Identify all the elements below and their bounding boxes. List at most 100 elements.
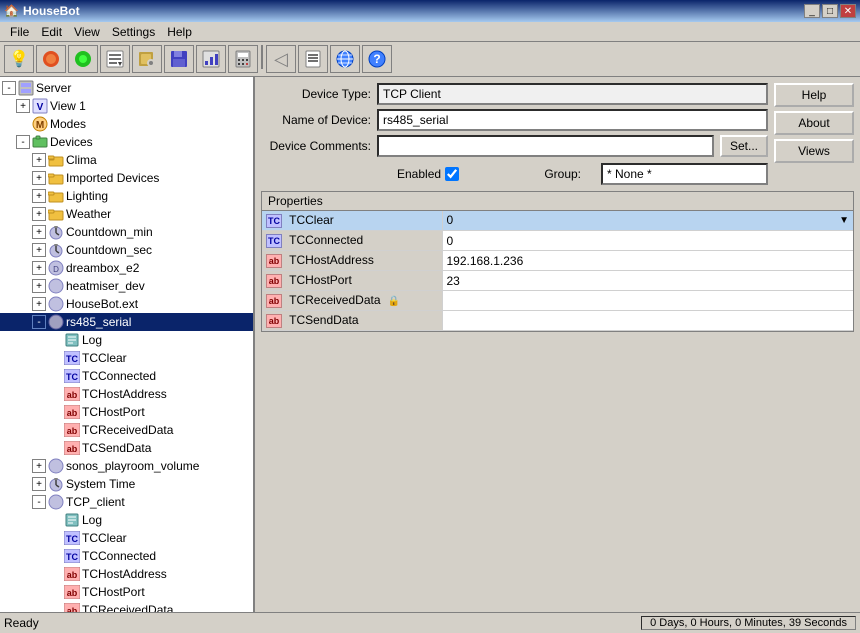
menu-view[interactable]: View <box>68 23 106 41</box>
toolbar-doc-button[interactable] <box>298 45 328 73</box>
tree-item-imported[interactable]: + Imported Devices <box>0 169 253 187</box>
tcsenddata1-icon: ab <box>64 440 80 456</box>
expand-view1[interactable]: + <box>16 99 30 113</box>
tree-panel: - Server + V View 1 <box>0 77 255 612</box>
expand-clima[interactable]: + <box>32 153 46 167</box>
name-input[interactable] <box>377 109 768 131</box>
toolbar-settings-button[interactable] <box>132 45 162 73</box>
tree-item-tchostport1[interactable]: ab TCHostPort <box>0 403 253 421</box>
tree-content[interactable]: - Server + V View 1 <box>0 77 253 612</box>
clima-folder-icon <box>48 152 64 168</box>
close-button[interactable]: ✕ <box>840 4 856 18</box>
toolbar-globe-button[interactable] <box>330 45 360 73</box>
prop-row-tcsenddata[interactable]: ab TCSendData <box>262 311 853 331</box>
prop-label-tcclear: TCClear <box>289 213 334 227</box>
expand-systemtime[interactable]: + <box>32 477 46 491</box>
expand-sonos[interactable]: + <box>32 459 46 473</box>
expand-tcpclient[interactable]: - <box>32 495 46 509</box>
menu-settings[interactable]: Settings <box>106 23 161 41</box>
toolbar-power-button[interactable] <box>68 45 98 73</box>
tree-item-clima[interactable]: + Clima <box>0 151 253 169</box>
modes-no-expand <box>16 117 30 131</box>
tree-item-tchostaddress2[interactable]: ab TCHostAddress <box>0 565 253 583</box>
toolbar-edit-button[interactable] <box>100 45 130 73</box>
expand-housebot-ext[interactable]: + <box>32 297 46 311</box>
expand-imported[interactable]: + <box>32 171 46 185</box>
prop-row-tchostaddress[interactable]: ab TCHostAddress 192.168.1.236 <box>262 251 853 271</box>
tree-item-tcconnected2[interactable]: TC TCConnected <box>0 547 253 565</box>
tree-item-tcreceiveddata2[interactable]: ab TCReceivedData <box>0 601 253 612</box>
tree-item-countdown-sec[interactable]: + Countdown_sec <box>0 241 253 259</box>
tree-item-log1[interactable]: Log <box>0 331 253 349</box>
prop-row-tchostport[interactable]: ab TCHostPort 23 <box>262 271 853 291</box>
tree-item-tcconnected1[interactable]: TC TCConnected <box>0 367 253 385</box>
expand-dreambox[interactable]: + <box>32 261 46 275</box>
countdown-sec-icon <box>48 242 64 258</box>
menu-file[interactable]: File <box>4 23 35 41</box>
toolbar-refresh-button[interactable] <box>36 45 66 73</box>
tree-item-rs485[interactable]: - rs485_serial <box>0 313 253 331</box>
minimize-button[interactable]: _ <box>804 4 820 18</box>
tree-item-dreambox[interactable]: + D dreambox_e2 <box>0 259 253 277</box>
tree-item-server[interactable]: - Server <box>0 79 253 97</box>
prop-value-tcconnected[interactable]: 0 <box>442 231 853 251</box>
expand-countdown-sec[interactable]: + <box>32 243 46 257</box>
toolbar-save-button[interactable] <box>164 45 194 73</box>
prop-row-tcclear[interactable]: TC TCClear 0 ▼ <box>262 211 853 231</box>
prop-ab-icon-tchostaddress: ab <box>266 254 282 268</box>
prop-row-tcreceiveddata[interactable]: ab TCReceivedData 🔒 <box>262 291 853 311</box>
toolbar-calc-button[interactable] <box>228 45 258 73</box>
tree-item-lighting[interactable]: + Lighting <box>0 187 253 205</box>
prop-value-tcclear[interactable]: 0 ▼ <box>443 211 854 229</box>
tree-item-tcpclient[interactable]: - TCP_client <box>0 493 253 511</box>
tree-item-tchostport2[interactable]: ab TCHostPort <box>0 583 253 601</box>
tree-item-weather[interactable]: + Weather <box>0 205 253 223</box>
tree-item-sonos[interactable]: + sonos_playroom_volume <box>0 457 253 475</box>
expand-devices[interactable]: - <box>16 135 30 149</box>
tree-item-housebot-ext[interactable]: + HouseBot.ext <box>0 295 253 313</box>
toolbar-chart-button[interactable] <box>196 45 226 73</box>
tree-item-tcsenddata1[interactable]: ab TCSendData <box>0 439 253 457</box>
tree-item-devices[interactable]: - Devices <box>0 133 253 151</box>
tree-item-systemtime[interactable]: + System Time <box>0 475 253 493</box>
prop-value-tcsenddata[interactable] <box>442 311 853 331</box>
expand-weather[interactable]: + <box>32 207 46 221</box>
device-type-input[interactable] <box>377 83 768 105</box>
prop-value-tchostaddress[interactable]: 192.168.1.236 <box>442 251 853 271</box>
tree-item-countdown-min[interactable]: + Countdown_min <box>0 223 253 241</box>
enabled-checkbox[interactable] <box>445 167 459 181</box>
tree-item-modes[interactable]: M Modes <box>0 115 253 133</box>
expand-server[interactable]: - <box>2 81 16 95</box>
menu-edit[interactable]: Edit <box>35 23 68 41</box>
status-ready: Ready <box>4 616 641 630</box>
toolbar-help-button[interactable]: ? <box>362 45 392 73</box>
housebot-ext-icon <box>48 296 64 312</box>
menubar: File Edit View Settings Help <box>0 22 860 42</box>
expand-lighting[interactable]: + <box>32 189 46 203</box>
toolbar-bulb-button[interactable]: 💡 <box>4 45 34 73</box>
tree-item-heatmiser[interactable]: + heatmiser_dev <box>0 277 253 295</box>
tree-item-tcclear2[interactable]: TC TCClear <box>0 529 253 547</box>
help-button[interactable]: Help <box>774 83 854 107</box>
menu-help[interactable]: Help <box>161 23 198 41</box>
prop-value-tchostport[interactable]: 23 <box>442 271 853 291</box>
expand-heatmiser[interactable]: + <box>32 279 46 293</box>
set-button[interactable]: Set... <box>720 135 768 157</box>
maximize-button[interactable]: □ <box>822 4 838 18</box>
group-input[interactable] <box>601 163 768 185</box>
tree-item-log2[interactable]: Log <box>0 511 253 529</box>
expand-rs485[interactable]: - <box>32 315 46 329</box>
toolbar-back-button[interactable]: ◁ <box>266 45 296 73</box>
views-button[interactable]: Views <box>774 139 854 163</box>
comments-input[interactable] <box>377 135 714 157</box>
tree-item-tcreceiveddata1[interactable]: ab TCReceivedData <box>0 421 253 439</box>
about-button[interactable]: About <box>774 111 854 135</box>
prop-row-tcconnected[interactable]: TC TCConnected 0 <box>262 231 853 251</box>
tree-item-tchostaddress1[interactable]: ab TCHostAddress <box>0 385 253 403</box>
prop-value-tcreceiveddata[interactable] <box>442 291 853 311</box>
enabled-group-row: Enabled Group: <box>261 163 768 185</box>
expand-countdown-min[interactable]: + <box>32 225 46 239</box>
enabled-label: Enabled <box>397 167 459 181</box>
tree-item-view1[interactable]: + V View 1 <box>0 97 253 115</box>
tree-item-tcclear1[interactable]: TC TCClear <box>0 349 253 367</box>
